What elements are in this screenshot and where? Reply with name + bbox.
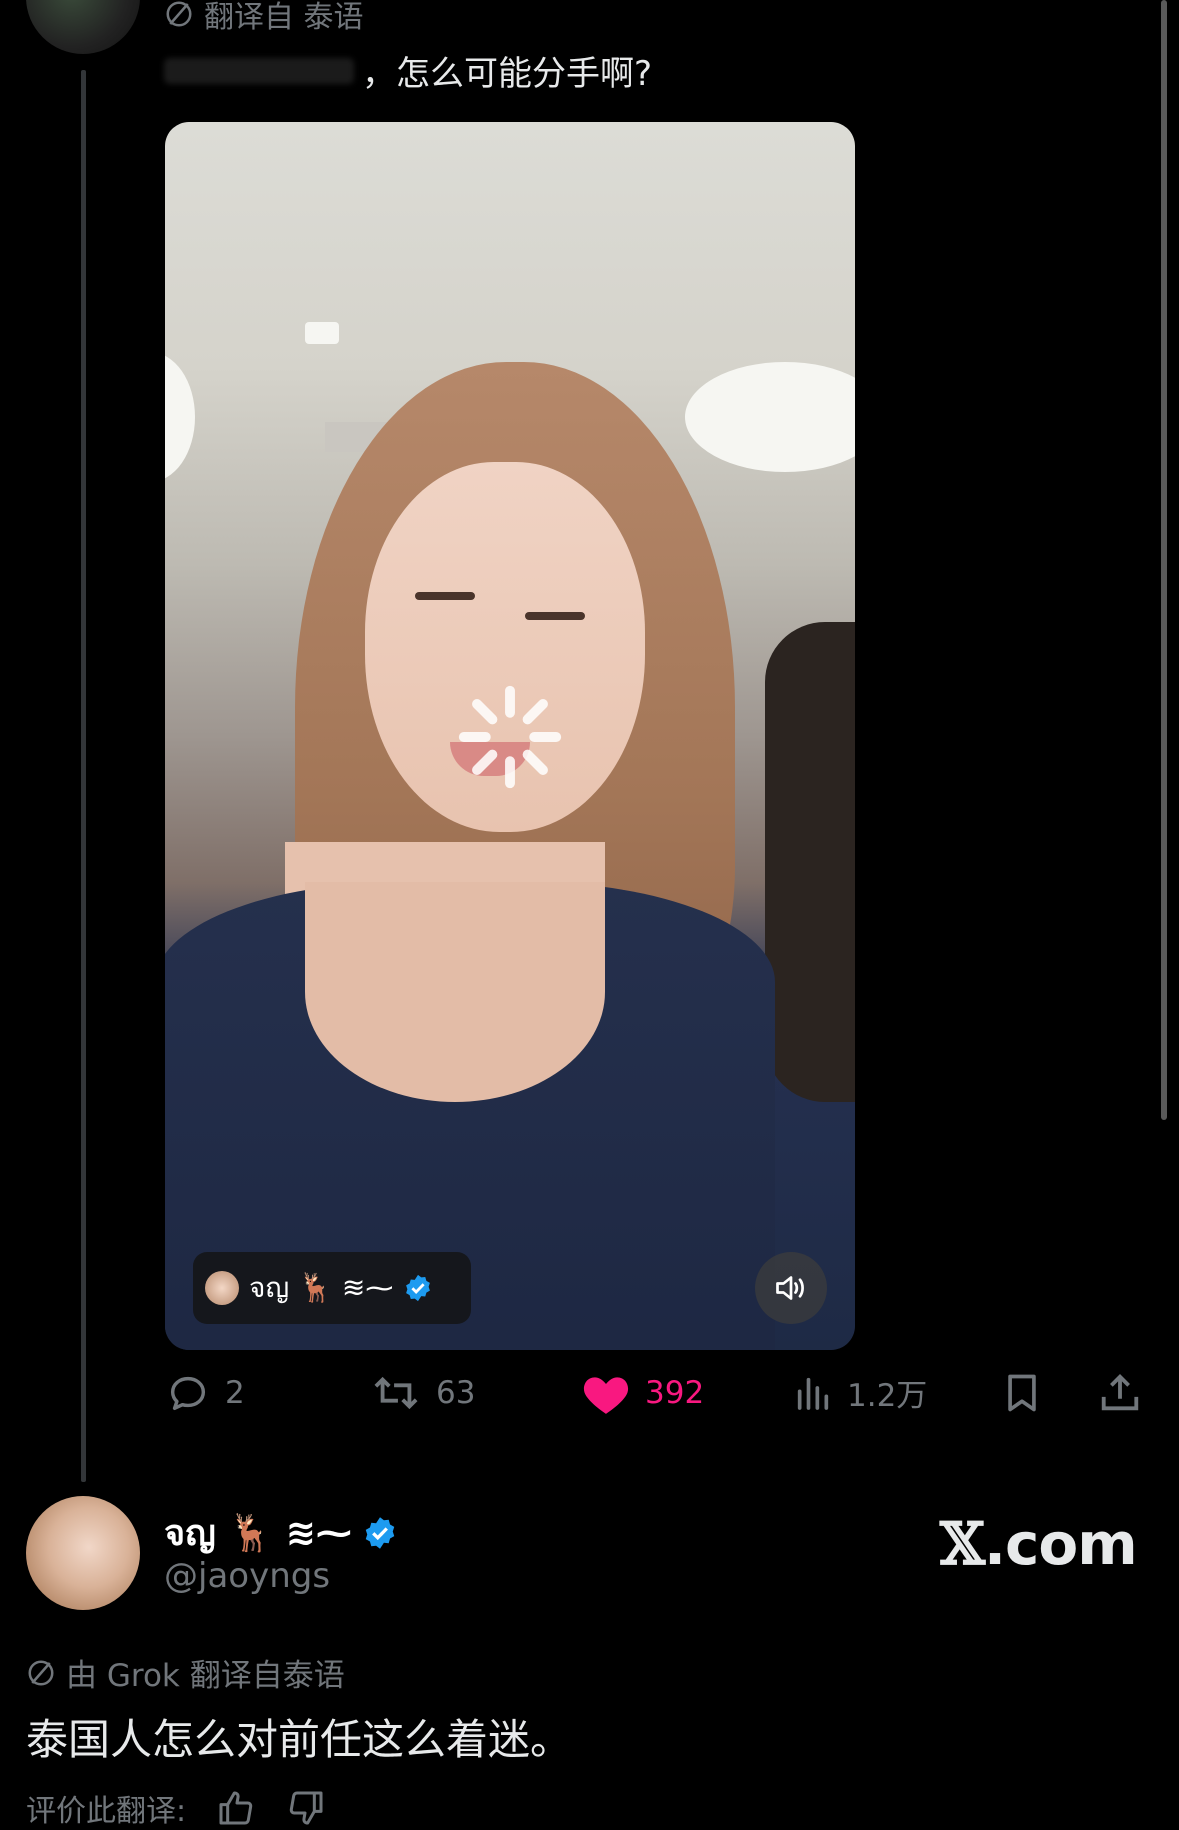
- reply-count: 2: [225, 1375, 245, 1411]
- neckline: [305, 882, 605, 1102]
- translated-from-label: 翻译自 泰语: [204, 0, 364, 35]
- redacted-name: [164, 57, 354, 84]
- verified-badge-icon: [365, 1516, 395, 1549]
- repost-count: 63: [436, 1375, 476, 1411]
- author-display-name[interactable]: จญ 🦌 ≋⁓: [164, 1504, 398, 1561]
- eye: [415, 592, 475, 600]
- post-action-bar: 2 63 392 1.2万: [165, 1370, 1165, 1430]
- like-count: 392: [645, 1375, 705, 1411]
- thread-line: [81, 70, 86, 1482]
- verified-badge-icon: [406, 1274, 431, 1302]
- reply-button[interactable]: 2: [165, 1370, 245, 1416]
- post-text-content: ，怎么可能分手啊?: [362, 54, 653, 94]
- grok-translation-label: 由 Grok 翻译自泰语: [66, 1658, 345, 1694]
- x-logo-icon: 𝕏: [940, 1510, 985, 1578]
- mute-toggle-button[interactable]: [755, 1252, 827, 1324]
- repost-icon: [374, 1376, 418, 1410]
- views-button[interactable]: 1.2万: [793, 1370, 927, 1415]
- translate-icon: [166, 1, 192, 27]
- heart-filled-icon: [583, 1377, 629, 1414]
- ceiling-light: [305, 322, 339, 344]
- author-name-text: จญ 🦌 ≋⁓: [164, 1513, 352, 1554]
- creator-name: จญ 🦌 ≋⁓: [249, 1271, 394, 1304]
- background-person: [765, 622, 855, 1102]
- x-com-watermark: 𝕏.com: [940, 1510, 1138, 1578]
- bookmark-icon: [1008, 1374, 1036, 1412]
- translate-icon: [28, 1660, 54, 1685]
- thumbs-down-icon[interactable]: [286, 1788, 326, 1828]
- author-avatar[interactable]: [26, 1496, 140, 1610]
- views-chart-icon: [797, 1377, 829, 1410]
- repost-button[interactable]: 63: [370, 1370, 475, 1416]
- thumbs-up-icon[interactable]: [216, 1788, 256, 1828]
- video-creator-chip[interactable]: จญ 🦌 ≋⁓: [193, 1252, 471, 1324]
- scrollbar[interactable]: [1161, 0, 1167, 1120]
- rate-translation-row: 评价此翻译:: [26, 1786, 326, 1830]
- share-icon: [1101, 1373, 1139, 1411]
- grok-translation-indicator: 由 Grok 翻译自泰语: [26, 1650, 345, 1695]
- like-button[interactable]: 392: [581, 1370, 704, 1416]
- translated-from-indicator: 翻译自 泰语: [164, 0, 364, 36]
- ceiling-light: [685, 362, 855, 472]
- bookmark-button[interactable]: [1000, 1370, 1044, 1416]
- views-count: 1.2万: [847, 1378, 928, 1414]
- ceiling-light: [165, 352, 195, 482]
- post-text: ，怎么可能分手啊?: [164, 46, 652, 95]
- eye: [525, 612, 585, 620]
- share-button[interactable]: [1097, 1370, 1143, 1416]
- loading-spinner-icon: [458, 685, 562, 789]
- creator-avatar: [205, 1271, 239, 1305]
- speaker-icon: [776, 1276, 804, 1300]
- watermark-domain: .com: [984, 1510, 1138, 1578]
- reply-icon: [170, 1376, 206, 1411]
- author-handle[interactable]: @jaoyngs: [164, 1556, 330, 1596]
- reply-author-avatar[interactable]: [26, 0, 140, 54]
- rate-translation-label: 评价此翻译:: [26, 1794, 187, 1829]
- translated-post-text: 泰国人怎么对前任这么着迷。: [26, 1715, 573, 1764]
- video-player[interactable]: จญ 🦌 ≋⁓: [165, 122, 855, 1350]
